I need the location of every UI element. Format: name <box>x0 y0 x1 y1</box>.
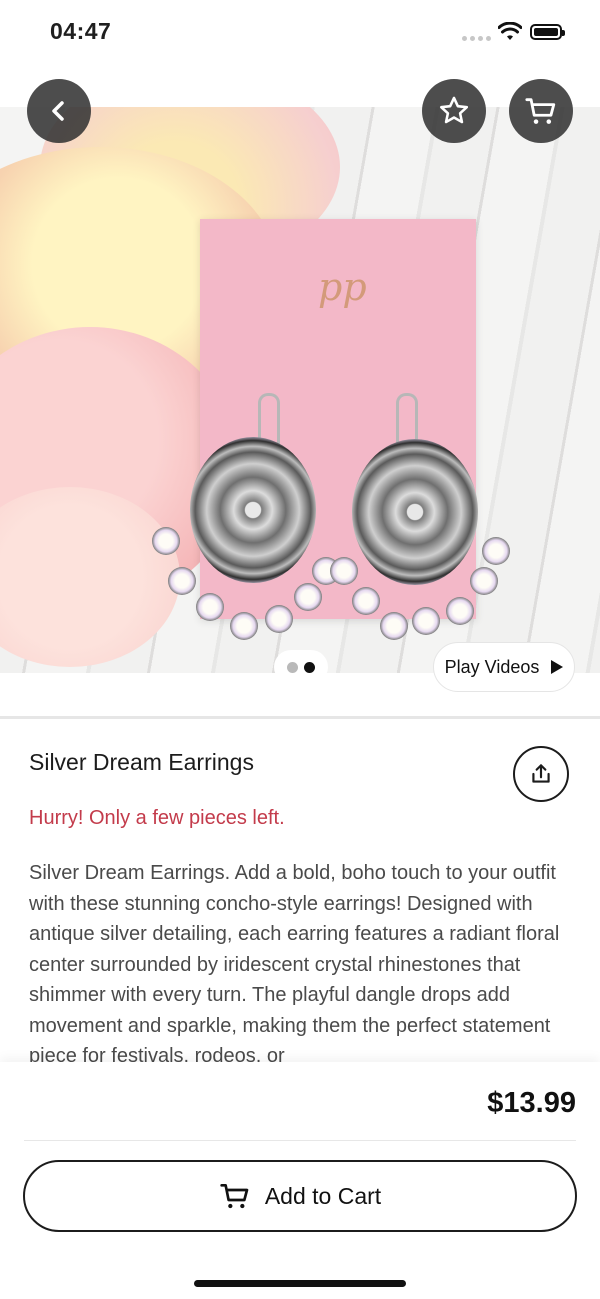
status-time: 04:47 <box>50 18 112 44</box>
share-icon <box>532 764 550 783</box>
favorite-button[interactable] <box>422 79 486 143</box>
stock-urgency-text: Hurry! Only a few pieces left. <box>29 807 285 829</box>
price-divider <box>24 1140 576 1141</box>
star-icon <box>439 96 469 124</box>
product-price: $13.99 <box>487 1087 576 1119</box>
status-bar: 04:47 <box>0 0 600 66</box>
cart-icon <box>525 98 556 124</box>
share-button[interactable] <box>513 746 569 802</box>
gallery-dot[interactable] <box>287 661 298 673</box>
cart-icon <box>220 1184 249 1209</box>
play-videos-label: Play Videos <box>444 656 540 677</box>
battery-icon <box>530 24 565 40</box>
back-button[interactable] <box>27 79 91 143</box>
chevron-left-icon <box>52 101 64 121</box>
wifi-icon <box>498 22 522 40</box>
cart-button[interactable] <box>509 79 573 143</box>
product-description: Silver Dream Earrings. Add a bold, boho … <box>29 862 560 1062</box>
gallery-dot-active[interactable] <box>304 661 315 673</box>
section-divider <box>0 716 600 719</box>
signal-icon <box>462 36 491 41</box>
product-title: Silver Dream Earrings <box>29 749 254 775</box>
play-icon <box>551 660 564 674</box>
add-to-cart-button[interactable]: Add to Cart <box>23 1160 577 1232</box>
product-image[interactable]: pp <box>0 107 600 673</box>
add-to-cart-label: Add to Cart <box>264 1182 382 1209</box>
boutique-logo: pp <box>318 265 367 309</box>
play-videos-button[interactable]: Play Videos <box>433 642 575 692</box>
home-indicator[interactable] <box>194 1280 406 1287</box>
gallery-pagination[interactable] <box>274 650 328 684</box>
